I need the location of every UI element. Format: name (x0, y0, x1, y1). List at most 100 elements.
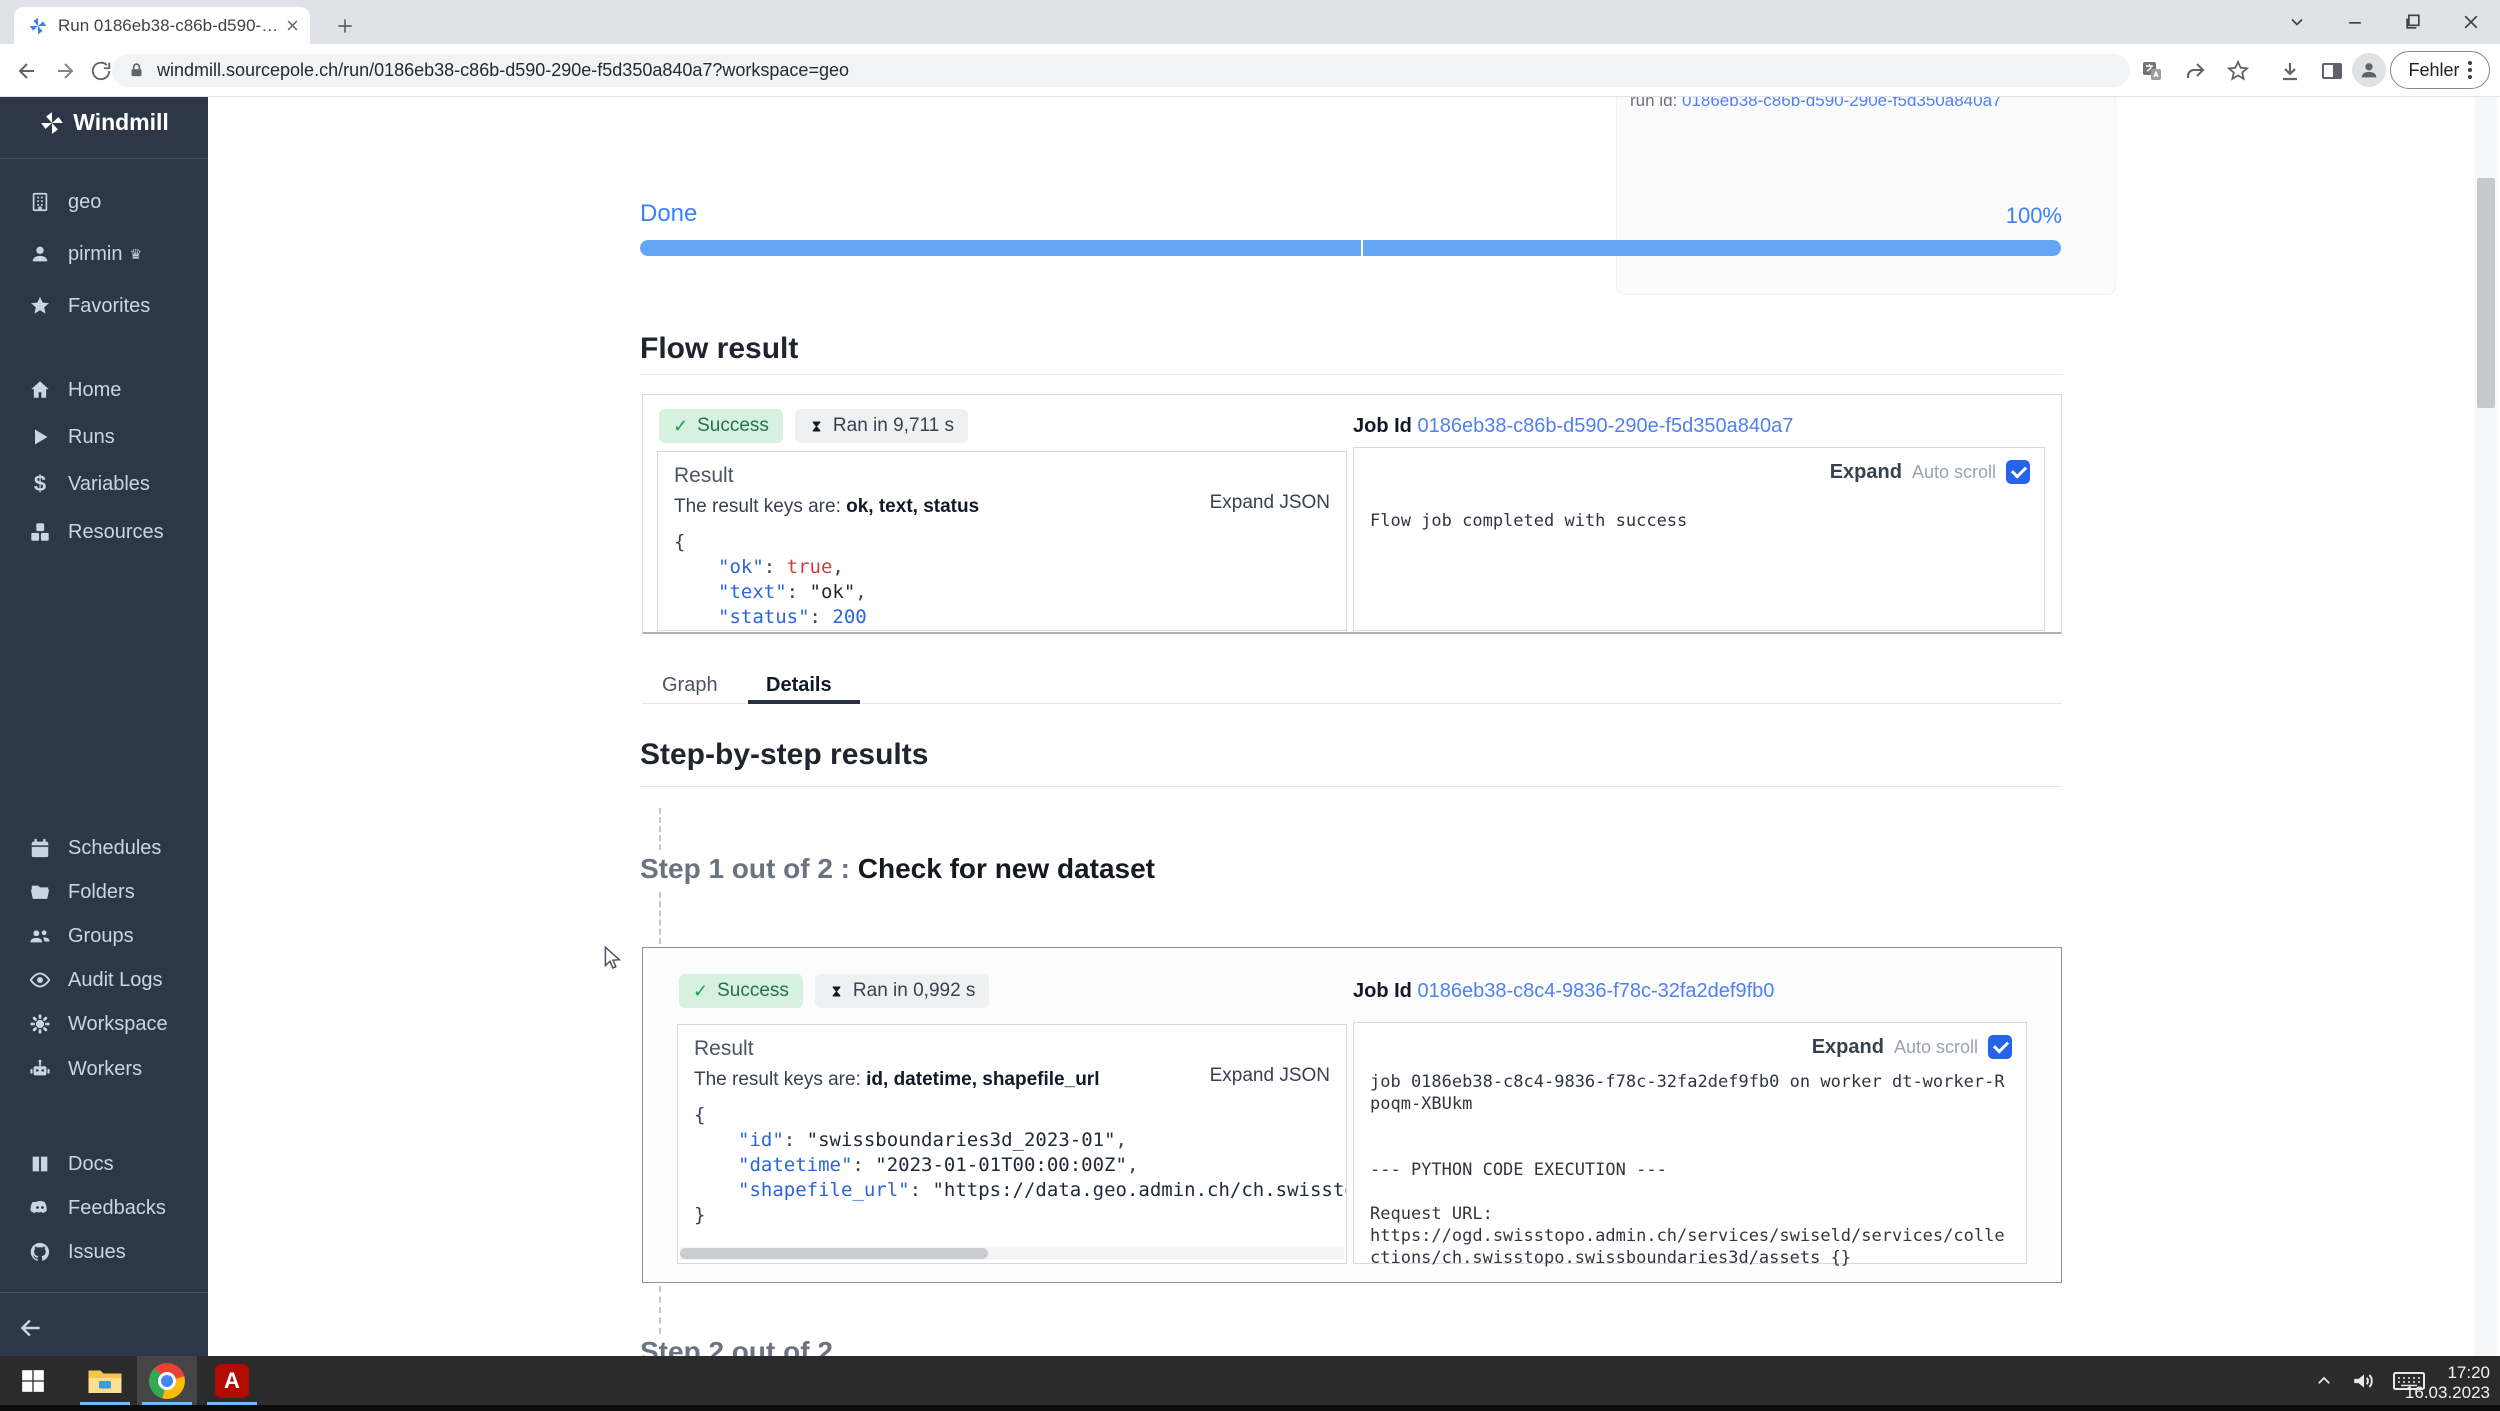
expand-json-link[interactable]: Expand JSON (1210, 1065, 1330, 1087)
result-title: Result (694, 1037, 1330, 1061)
step2-heading: Step 2 out of 2 (640, 1336, 833, 1356)
translate-icon[interactable] (2138, 57, 2166, 85)
file-explorer-button[interactable] (75, 1356, 135, 1405)
check-icon: ✓ (693, 981, 708, 1002)
url-text: windmill.sourcepole.ch/run/0186eb38-c86b… (157, 60, 849, 81)
result-keys: ok, text, status (846, 496, 979, 517)
screen: Run 0186eb38-c86b-d590-290e- (0, 0, 2500, 1411)
start-button[interactable] (8, 1356, 58, 1405)
expand-link[interactable]: Expand (1830, 461, 1902, 484)
expand-link[interactable]: Expand (1812, 1036, 1884, 1059)
file-explorer-icon (87, 1366, 123, 1396)
horizontal-scrollbar-thumb[interactable] (680, 1248, 988, 1259)
minimize-button[interactable] (2326, 0, 2384, 44)
acrobat-taskbar-button[interactable]: A (202, 1356, 262, 1405)
timeline-dash (659, 892, 661, 944)
clock-date: 16.03.2023 (2405, 1383, 2490, 1403)
back-button[interactable] (12, 56, 42, 86)
share-icon[interactable] (2182, 57, 2210, 85)
address-bar[interactable]: windmill.sourcepole.ch/run/0186eb38-c86b… (112, 54, 2130, 87)
windmill-favicon (28, 16, 48, 36)
vertical-scrollbar-thumb[interactable] (2477, 178, 2495, 408)
log-controls: Expand Auto scroll (1812, 1035, 2012, 1059)
run-id-value[interactable]: 0186eb38-c86b-d590-290e-f5d350a840a7 (1682, 97, 2002, 110)
run-id-label: run id: (1630, 97, 1677, 110)
window-controls (2268, 0, 2500, 44)
menu-dots-icon[interactable] (2468, 61, 2472, 79)
flow-result-card: ✓ Success Ran in 9,711 s Job Id 0186eb38… (642, 394, 2062, 634)
browser-error-button[interactable]: Fehler (2390, 51, 2490, 89)
flow-log-text: Flow job completed with success (1370, 510, 2030, 532)
progress-bar (640, 240, 2061, 256)
vertical-scrollbar[interactable] (2475, 97, 2497, 1356)
tab-details[interactable]: Details (766, 674, 832, 697)
hourglass-icon (829, 983, 844, 1000)
timeline-dash (659, 808, 661, 850)
tab-close-icon[interactable] (285, 18, 300, 33)
new-tab-button[interactable] (330, 11, 360, 41)
bookmark-star-icon[interactable] (2224, 57, 2252, 85)
success-label: Success (697, 415, 769, 437)
close-button[interactable] (2442, 0, 2500, 44)
step1-heading: Step 1 out of 2 : Check for new dataset (640, 853, 1155, 885)
error-button-label: Fehler (2408, 60, 2459, 81)
tab-graph[interactable]: Graph (662, 674, 718, 697)
expand-json-link[interactable]: Expand JSON (1210, 492, 1330, 514)
volume-icon (2351, 1368, 2377, 1394)
job-id-link[interactable]: 0186eb38-c86b-d590-290e-f5d350a840a7 (1417, 415, 1793, 437)
step1-heading-prefix: Step 1 out of 2 : (640, 853, 850, 884)
duration-badge: Ran in 0,992 s (815, 974, 990, 1008)
profile-avatar[interactable] (2352, 53, 2386, 87)
duration-badge: Ran in 9,711 s (795, 409, 968, 443)
app-active-indicator (207, 1402, 257, 1405)
divider (640, 786, 2062, 787)
active-tab-underline (748, 700, 860, 704)
side-panel-icon[interactable] (2318, 57, 2346, 85)
progress-bar-divider (1361, 240, 1363, 256)
flow-result-panel: Result The result keys are: ok, text, st… (657, 451, 1347, 631)
result-json: { "id": "swissboundaries3d_2023-01", "da… (694, 1103, 1330, 1228)
flow-log-panel: Expand Auto scroll Flow job completed wi… (1353, 447, 2045, 631)
auto-scroll-checkbox[interactable] (1988, 1035, 2012, 1059)
result-title: Result (674, 464, 1330, 488)
step1-heading-title: Check for new dataset (850, 853, 1155, 884)
windows-logo-icon (20, 1368, 46, 1394)
browser-tab[interactable]: Run 0186eb38-c86b-d590-290e- (14, 7, 310, 44)
result-json: { "ok": true, "text": "ok", "status": 20… (674, 530, 1330, 631)
horizontal-scrollbar[interactable] (680, 1247, 1344, 1260)
step2-heading-prefix: Step 2 out of 2 (640, 1336, 833, 1356)
hourglass-icon (809, 418, 824, 435)
auto-scroll-label: Auto scroll (1894, 1037, 1978, 1058)
volume-button[interactable] (2344, 1356, 2384, 1405)
step1-log-panel: Expand Auto scroll job 0186eb38-c8c4-983… (1353, 1022, 2027, 1264)
tab-list-chevron-icon[interactable] (2268, 0, 2326, 44)
chrome-icon (149, 1363, 185, 1399)
clock-time: 17:20 (2405, 1363, 2490, 1383)
acrobat-icon: A (215, 1364, 249, 1398)
flow-result-title: Flow result (640, 332, 798, 366)
success-badge: ✓ Success (679, 974, 803, 1008)
step1-job-id: Job Id 0186eb38-c8c4-9836-f78c-32fa2def9… (1353, 980, 1774, 1003)
log-controls: Expand Auto scroll (1830, 460, 2030, 484)
download-icon[interactable] (2276, 57, 2304, 85)
browser-toolbar: windmill.sourcepole.ch/run/0186eb38-c86b… (0, 44, 2500, 97)
forward-button[interactable] (50, 56, 80, 86)
step1-badges: ✓ Success Ran in 0,992 s (679, 974, 989, 1008)
auto-scroll-checkbox[interactable] (2006, 460, 2030, 484)
job-id-label: Job Id (1353, 980, 1412, 1002)
taskbar: A 17:20 16.03.2023 (0, 1356, 2500, 1411)
step1-card[interactable]: ✓ Success Ran in 0,992 s Job Id 0186eb38… (642, 947, 2062, 1283)
taskbar-clock[interactable]: 17:20 16.03.2023 (2405, 1363, 2490, 1403)
tab-title: Run 0186eb38-c86b-d590-290e- (58, 16, 285, 36)
timeline-dash (659, 1286, 661, 1334)
chrome-taskbar-button[interactable] (137, 1356, 197, 1405)
duration-label: Ran in 0,992 s (853, 980, 976, 1002)
tray-expand-button[interactable] (2306, 1356, 2342, 1405)
progress-status: Done (640, 200, 697, 228)
job-id-link[interactable]: 0186eb38-c8c4-9836-f78c-32fa2def9fb0 (1417, 980, 1774, 1002)
app-active-indicator (80, 1402, 130, 1405)
result-keys: id, datetime, shapefile_url (866, 1069, 1099, 1090)
lock-icon (128, 62, 145, 79)
app-active-indicator (142, 1402, 192, 1405)
restore-button[interactable] (2384, 0, 2442, 44)
